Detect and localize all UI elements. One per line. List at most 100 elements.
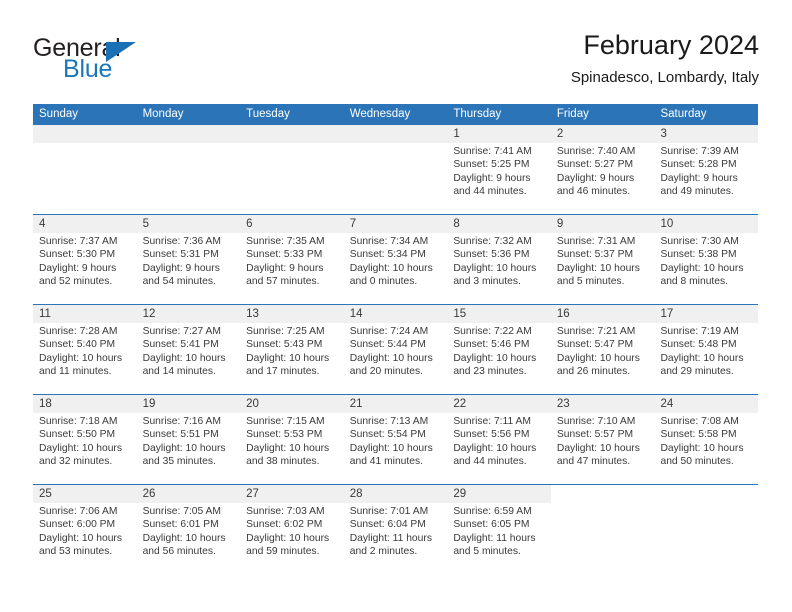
day-cell[interactable]: 21 Sunrise: 7:13 AM Sunset: 5:54 PM Dayligh… [343, 395, 448, 484]
day-number: 7 [349, 218, 357, 230]
day-cell[interactable]: 23 Sunrise: 7:10 AM Sunset: 5:57 PM Dayligh… [550, 395, 655, 484]
daylight-text-line1: Daylight: 10 hours [142, 442, 226, 454]
day-cell[interactable]: 6 Sunrise: 7:35 AM Sunset: 5:33 PM Daylight… [240, 215, 344, 304]
daylight-text-line2: and 0 minutes. [349, 275, 418, 287]
day-cell-empty [136, 125, 241, 214]
day-number-band: 24 [654, 395, 759, 413]
sunset-text: Sunset: 6:04 PM [349, 519, 426, 531]
day-number: 8 [453, 218, 460, 230]
day-cell[interactable]: 28 Sunrise: 7:01 AM Sunset: 6:04 PM Dayligh… [343, 485, 448, 575]
daylight-text-line1: Daylight: 10 hours [556, 442, 640, 454]
daylight-text-line1: Daylight: 10 hours [246, 442, 330, 454]
daylight-text-line2: and 44 minutes. [453, 185, 527, 197]
day-sun-info: Sunrise: 7:19 AM Sunset: 5:48 PM Daylight:… [654, 323, 758, 378]
day-cell[interactable]: 12 Sunrise: 7:27 AM Sunset: 5:41 PM Dayligh… [136, 305, 241, 394]
sunset-text: Sunset: 5:54 PM [349, 429, 426, 441]
daylight-text-line1: Daylight: 10 hours [349, 262, 433, 274]
day-cell[interactable]: 19 Sunrise: 7:16 AM Sunset: 5:51 PM Dayligh… [136, 395, 241, 484]
day-number-band: 28 [343, 485, 448, 503]
sunrise-text: Sunrise: 7:22 AM [453, 326, 532, 337]
day-cell[interactable]: 16 Sunrise: 7:21 AM Sunset: 5:47 PM Dayligh… [550, 305, 655, 394]
sunset-text: Sunset: 5:36 PM [453, 249, 530, 261]
day-number: 25 [39, 488, 52, 500]
sunrise-text: Sunrise: 7:36 AM [142, 236, 221, 247]
sunset-text: Sunset: 5:57 PM [556, 429, 634, 441]
day-sun-info: Sunrise: 6:59 AM Sunset: 6:05 PM Daylight:… [447, 503, 551, 558]
sunrise-text: Sunrise: 7:40 AM [556, 146, 636, 157]
day-cell[interactable]: 25 Sunrise: 7:06 AM Sunset: 6:00 PM Dayligh… [33, 485, 137, 575]
sunset-text: Sunset: 5:46 PM [453, 339, 530, 351]
day-cell[interactable]: 2 Sunrise: 7:40 AM Sunset: 5:27 PM Daylight… [550, 125, 655, 214]
day-number-band: 14 [343, 305, 448, 323]
day-number-band: 5 [136, 215, 241, 233]
day-cell[interactable]: 29 Sunrise: 6:59 AM Sunset: 6:05 PM Dayligh… [447, 485, 551, 575]
sunrise-text: Sunrise: 7:31 AM [556, 236, 636, 247]
day-cell[interactable]: 8 Sunrise: 7:32 AM Sunset: 5:36 PM Daylight… [447, 215, 551, 304]
day-number-band: 29 [447, 485, 551, 503]
day-cell-empty [654, 485, 758, 575]
weekday-header-monday: Monday [142, 108, 184, 120]
sunrise-text: Sunrise: 7:25 AM [246, 326, 325, 337]
week-row: 18 Sunrise: 7:18 AM Sunset: 5:50 PM Dayligh… [33, 395, 759, 485]
day-number: 24 [660, 398, 674, 410]
day-cell[interactable]: 7 Sunrise: 7:34 AM Sunset: 5:34 PM Daylight… [343, 215, 448, 304]
weeks-container: 1 Sunrise: 7:41 AM Sunset: 5:25 PM Daylight… [33, 125, 759, 575]
sunset-text: Sunset: 5:56 PM [453, 429, 530, 441]
day-number-band: 21 [343, 395, 448, 413]
day-number: 29 [453, 488, 467, 500]
daylight-text-line2: and 20 minutes. [349, 365, 424, 377]
day-sun-info: Sunrise: 7:16 AM Sunset: 5:51 PM Daylight:… [137, 413, 241, 468]
day-cell[interactable]: 24 Sunrise: 7:08 AM Sunset: 5:58 PM Dayligh… [654, 395, 759, 484]
day-cell[interactable]: 13 Sunrise: 7:25 AM Sunset: 5:43 PM Dayligh… [240, 305, 344, 394]
day-cell[interactable]: 26 Sunrise: 7:05 AM Sunset: 6:01 PM Dayligh… [136, 485, 241, 575]
daylight-text-line2: and 26 minutes. [556, 365, 631, 377]
day-number: 20 [246, 398, 259, 410]
sunset-text: Sunset: 5:38 PM [660, 249, 737, 261]
daylight-text-line1: Daylight: 10 hours [349, 442, 433, 454]
day-cell[interactable]: 3 Sunrise: 7:39 AM Sunset: 5:28 PM Daylight… [654, 125, 759, 214]
day-number-band: 18 [33, 395, 137, 413]
day-cell[interactable]: 1 Sunrise: 7:41 AM Sunset: 5:25 PM Daylight… [447, 125, 551, 214]
day-cell[interactable]: 4 Sunrise: 7:37 AM Sunset: 5:30 PM Daylight… [33, 215, 137, 304]
sunset-text: Sunset: 5:37 PM [556, 249, 634, 261]
day-cell[interactable]: 15 Sunrise: 7:22 AM Sunset: 5:46 PM Dayligh… [447, 305, 551, 394]
day-cell[interactable]: 14 Sunrise: 7:24 AM Sunset: 5:44 PM Dayligh… [343, 305, 448, 394]
day-cell[interactable]: 5 Sunrise: 7:36 AM Sunset: 5:31 PM Daylight… [136, 215, 241, 304]
day-cell[interactable]: 18 Sunrise: 7:18 AM Sunset: 5:50 PM Dayligh… [33, 395, 137, 484]
day-number: 4 [39, 218, 46, 230]
sunrise-text: Sunrise: 7:13 AM [349, 416, 429, 427]
daylight-text-line1: Daylight: 10 hours [660, 442, 744, 454]
day-cell[interactable]: 22 Sunrise: 7:11 AM Sunset: 5:56 PM Dayligh… [447, 395, 551, 484]
daylight-text-line2: and 32 minutes. [39, 455, 113, 467]
daylight-text-line2: and 56 minutes. [142, 545, 216, 557]
sunrise-text: Sunrise: 7:27 AM [142, 326, 221, 337]
sunset-text: Sunset: 5:43 PM [246, 339, 323, 351]
sunrise-text: Sunrise: 7:19 AM [660, 326, 739, 337]
daylight-text-line2: and 2 minutes. [349, 545, 418, 557]
day-cell[interactable]: 10 Sunrise: 7:30 AM Sunset: 5:38 PM Dayligh… [654, 215, 759, 304]
day-number: 10 [660, 218, 674, 230]
day-number-band: 4 [33, 215, 137, 233]
day-number-band: 7 [343, 215, 448, 233]
day-number: 5 [142, 218, 149, 230]
daylight-text-line1: Daylight: 10 hours [660, 262, 744, 274]
day-number: 13 [246, 308, 259, 320]
day-number: 11 [39, 308, 51, 320]
day-number-band: 10 [654, 215, 759, 233]
daylight-text-line1: Daylight: 10 hours [453, 262, 537, 274]
day-cell[interactable]: 20 Sunrise: 7:15 AM Sunset: 5:53 PM Dayligh… [240, 395, 344, 484]
daylight-text-line2: and 8 minutes. [660, 275, 729, 287]
day-cell-empty [551, 485, 655, 575]
sunset-text: Sunset: 5:28 PM [660, 159, 737, 171]
day-cell[interactable]: 9 Sunrise: 7:31 AM Sunset: 5:37 PM Daylight… [550, 215, 655, 304]
day-cell[interactable]: 11 Sunrise: 7:28 AM Sunset: 5:40 PM Dayligh… [33, 305, 137, 394]
sunset-text: Sunset: 5:47 PM [556, 339, 634, 351]
day-cell[interactable]: 27 Sunrise: 7:03 AM Sunset: 6:02 PM Dayligh… [240, 485, 344, 575]
day-sun-info: Sunrise: 7:10 AM Sunset: 5:57 PM Daylight:… [551, 413, 655, 468]
day-number: 22 [453, 398, 467, 410]
day-number-band [343, 125, 448, 143]
sunset-text: Sunset: 5:30 PM [39, 249, 116, 261]
page-subtitle: Spinadesco, Lombardy, Italy [570, 69, 759, 86]
day-number-band [240, 125, 344, 143]
day-cell[interactable]: 17 Sunrise: 7:19 AM Sunset: 5:48 PM Dayligh… [654, 305, 759, 394]
